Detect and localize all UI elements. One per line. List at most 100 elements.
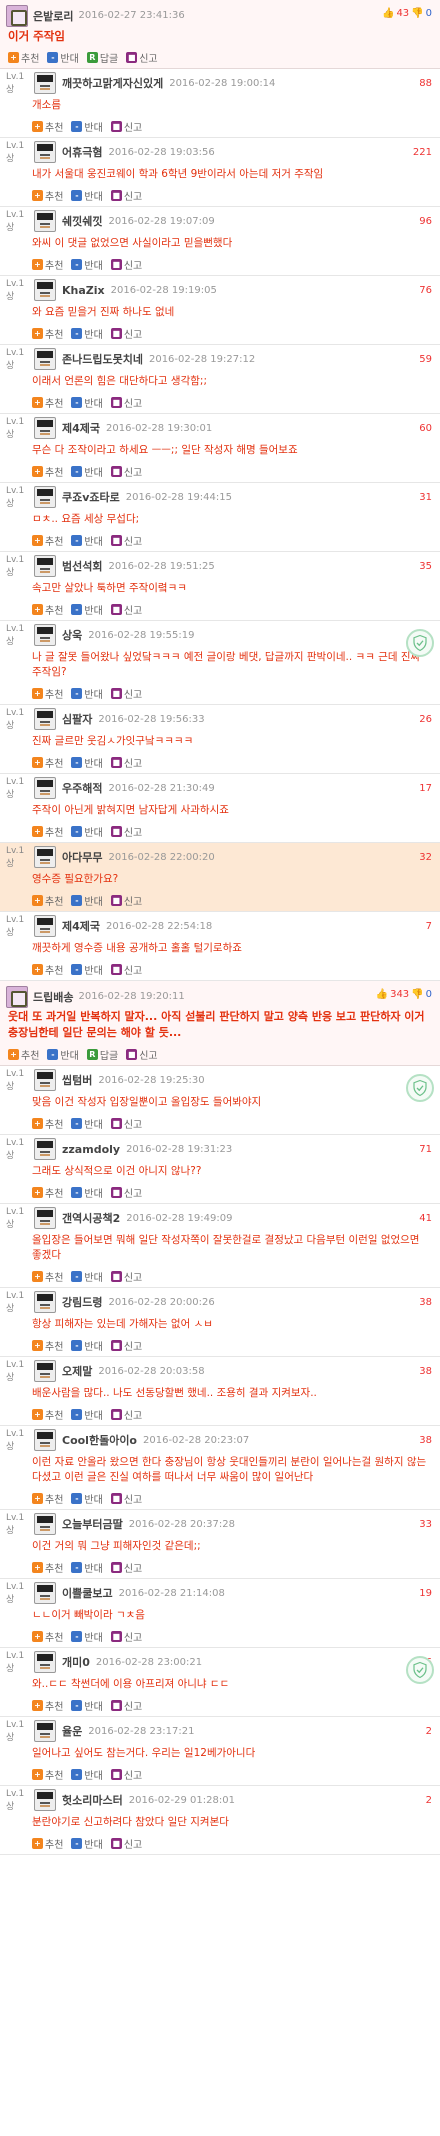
comment-author[interactable]: zzamdoly [62,1143,120,1156]
recommend-button[interactable]: + 추천 [8,1047,39,1062]
report-button[interactable]: ■ 신고 [110,755,142,770]
comment-author[interactable]: 심팔자 [62,711,92,727]
oppose-button[interactable]: - 반대 [71,1491,103,1506]
report-button[interactable]: ■ 신고 [110,119,142,134]
oppose-button[interactable]: - 반대 [47,1047,79,1062]
report-button[interactable]: ■ 신고 [110,533,142,548]
comment-author[interactable]: Cool한돌아이o [62,1432,137,1448]
comment-author[interactable]: 갠역시공책2 [62,1210,120,1226]
comment-author[interactable]: 강림드령 [62,1294,102,1310]
oppose-button[interactable]: - 반대 [71,1116,103,1131]
comment-author[interactable]: 헛소리마스터 [62,1792,123,1808]
report-button[interactable]: ■ 신고 [110,1767,142,1782]
comment-author[interactable]: 쿠죠v죠타로 [62,489,120,505]
recommend-button[interactable]: + 추천 [32,602,63,617]
oppose-button[interactable]: - 반대 [71,602,103,617]
oppose-button[interactable]: - 반대 [71,1836,103,1851]
comment-author[interactable]: 아다무무 [62,849,102,865]
post-author[interactable]: 은밭로리 [33,8,73,24]
reply-button[interactable]: R 답글 [86,50,118,65]
post-author[interactable]: 드립배송 [33,989,73,1005]
oppose-button[interactable]: - 반대 [71,1560,103,1575]
report-button[interactable]: ■ 신고 [110,1269,142,1284]
oppose-button[interactable]: - 반대 [71,395,103,410]
recommend-button[interactable]: + 추천 [32,257,63,272]
recommend-button[interactable]: + 추천 [32,824,63,839]
comment-author[interactable]: 어휴극혐 [62,144,102,160]
report-button[interactable]: ■ 신고 [110,1698,142,1713]
oppose-button[interactable]: - 반대 [71,464,103,479]
oppose-button[interactable]: - 반대 [71,686,103,701]
recommend-button[interactable]: + 추천 [32,464,63,479]
comment-author[interactable]: 존나드립도못치네 [62,351,143,367]
report-button[interactable]: ■ 신고 [110,824,142,839]
comment-author[interactable]: 오늘부터금딸 [62,1516,123,1532]
report-button[interactable]: ■ 신고 [110,1338,142,1353]
recommend-button[interactable]: + 추천 [32,533,63,548]
report-button[interactable]: ■ 신고 [110,1185,142,1200]
comment-author[interactable]: 씹텀버 [62,1072,92,1088]
comment-author[interactable]: 상욱 [62,627,82,643]
recommend-button[interactable]: + 추천 [32,1116,63,1131]
comment-author[interactable]: 우주해적 [62,780,102,796]
report-button[interactable]: ■ 신고 [110,1491,142,1506]
recommend-button[interactable]: + 추천 [32,1698,63,1713]
recommend-button[interactable]: + 추천 [32,188,63,203]
comment-author[interactable]: 오제말 [62,1363,92,1379]
recommend-button[interactable]: + 추천 [32,1629,63,1644]
oppose-button[interactable]: - 반대 [71,893,103,908]
oppose-button[interactable]: - 반대 [71,1185,103,1200]
recommend-button[interactable]: + 추천 [32,119,63,134]
recommend-button[interactable]: + 추천 [32,1185,63,1200]
recommend-button[interactable]: + 추천 [32,1836,63,1851]
report-button[interactable]: ■ 신고 [110,1560,142,1575]
recommend-button[interactable]: + 추천 [32,1767,63,1782]
report-button[interactable]: ■ 신고 [110,962,142,977]
recommend-button[interactable]: + 추천 [32,893,63,908]
recommend-button[interactable]: + 추천 [32,395,63,410]
comment-author[interactable]: 범선석회 [62,558,102,574]
report-button[interactable]: ■ 신고 [110,257,142,272]
recommend-button[interactable]: + 추천 [32,326,63,341]
oppose-button[interactable]: - 반대 [71,1767,103,1782]
report-button[interactable]: ■ 신고 [110,395,142,410]
oppose-button[interactable]: - 반대 [71,824,103,839]
report-button[interactable]: ■ 신고 [110,686,142,701]
oppose-button[interactable]: - 반대 [71,188,103,203]
oppose-button[interactable]: - 반대 [71,1629,103,1644]
recommend-button[interactable]: + 추천 [32,1491,63,1506]
report-button[interactable]: ■ 신고 [110,464,142,479]
report-button[interactable]: ■ 신고 [110,326,142,341]
report-button[interactable]: ■ 신고 [126,50,158,65]
oppose-button[interactable]: - 반대 [71,755,103,770]
report-button[interactable]: ■ 신고 [110,602,142,617]
comment-author[interactable]: 제4제국 [62,918,100,934]
comment-author[interactable]: KhaZix [62,284,105,297]
oppose-button[interactable]: - 반대 [71,257,103,272]
comment-author[interactable]: 쉐낏쉐낏 [62,213,102,229]
report-button[interactable]: ■ 신고 [110,1836,142,1851]
report-button[interactable]: ■ 신고 [110,1407,142,1422]
recommend-button[interactable]: + 추천 [32,755,63,770]
report-button[interactable]: ■ 신고 [110,1116,142,1131]
oppose-button[interactable]: - 반대 [71,962,103,977]
reply-button[interactable]: R 답글 [86,1047,118,1062]
oppose-button[interactable]: - 반대 [71,1269,103,1284]
comment-author[interactable]: 개미0 [62,1654,90,1670]
report-button[interactable]: ■ 신고 [110,188,142,203]
recommend-button[interactable]: + 추천 [32,1560,63,1575]
comment-author[interactable]: 제4제국 [62,420,100,436]
recommend-button[interactable]: + 추천 [32,1407,63,1422]
report-button[interactable]: ■ 신고 [110,1629,142,1644]
oppose-button[interactable]: - 반대 [71,533,103,548]
recommend-button[interactable]: + 추천 [32,1269,63,1284]
oppose-button[interactable]: - 반대 [71,1698,103,1713]
recommend-button[interactable]: + 추천 [32,1338,63,1353]
comment-author[interactable]: 깨끗하고맑게자신있게 [62,75,163,91]
report-button[interactable]: ■ 신고 [126,1047,158,1062]
recommend-button[interactable]: + 추천 [32,686,63,701]
oppose-button[interactable]: - 반대 [71,1338,103,1353]
recommend-button[interactable]: + 추천 [32,962,63,977]
comment-author[interactable]: 율운 [62,1723,82,1739]
comment-author[interactable]: 이쁠쿨보고 [62,1585,113,1601]
